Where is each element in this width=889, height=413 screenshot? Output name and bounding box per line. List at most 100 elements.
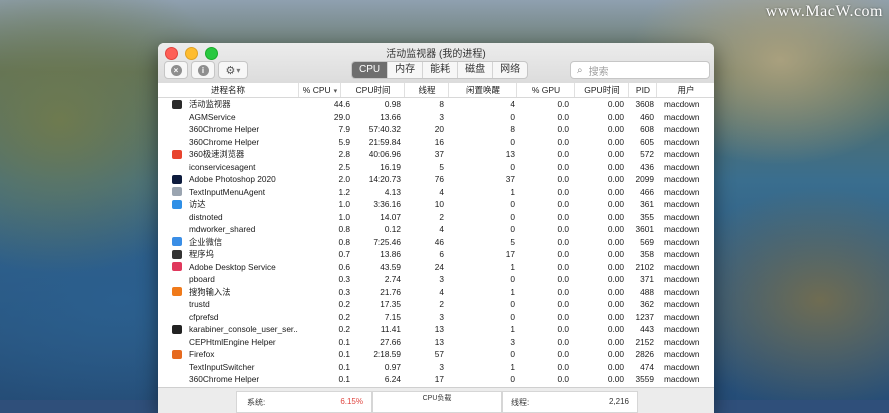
- idle-wakeups: 5: [510, 236, 515, 247]
- column-header-threads[interactable]: 线程: [404, 83, 449, 97]
- process-name: 程序坞: [189, 249, 214, 259]
- gpu-time: 0.00: [607, 261, 624, 272]
- table-row[interactable]: 程序坞 0.7 13.86 6 17 0.0 0.00 358 macdown: [158, 248, 714, 261]
- user-name: macdown: [664, 186, 700, 197]
- gpu-percent: 0.0: [557, 311, 569, 322]
- user-name: macdown: [664, 136, 700, 147]
- cpu-load-box: CPU负载: [372, 391, 502, 413]
- search-placeholder: 搜索: [588, 66, 609, 78]
- table-row[interactable]: 活动监视器 44.6 0.98 8 4 0.0 0.00 3608 macdown: [158, 98, 714, 111]
- actions-menu-button[interactable]: ⚙ ▾: [218, 61, 248, 79]
- table-row[interactable]: 搜狗输入法 0.3 21.76 4 1 0.0 0.00 488 macdown: [158, 286, 714, 299]
- stop-icon: ×: [170, 64, 182, 76]
- table-row[interactable]: AGMService 29.0 13.66 3 0 0.0 0.00 460 macdown: [158, 111, 714, 124]
- gpu-percent: 0.0: [557, 249, 569, 259]
- gpu-percent: 0.0: [557, 261, 569, 272]
- column-header-cpu-time[interactable]: CPU时间: [340, 83, 405, 97]
- pid: 2102: [635, 261, 654, 272]
- gpu-time: 0.00: [607, 149, 624, 159]
- process-name: CEPHtmlEngine Helper: [189, 336, 276, 347]
- tab-disk[interactable]: 磁盘: [458, 62, 494, 78]
- table-row[interactable]: 360极速浏览器 2.8 40:06.96 37 13 0.0 0.00 572 macdown: [158, 148, 714, 161]
- pid: 443: [640, 324, 654, 334]
- gpu-percent: 0.0: [557, 136, 569, 147]
- column-header-idle-wakeups[interactable]: 闲置唤醒: [448, 83, 517, 97]
- table-row[interactable]: 360Chrome Helper 7.9 57:40.32 20 8 0.0 0.00 608…: [158, 123, 714, 136]
- system-value: 6.15%: [340, 397, 363, 406]
- gpu-percent: 0.0: [557, 124, 569, 134]
- thread-count: 2: [439, 299, 444, 309]
- gpu-time: 0.00: [607, 311, 624, 322]
- table-row[interactable]: 访达 1.0 3:36.16 10 0 0.0 0.00 361 macdown: [158, 198, 714, 211]
- table-row[interactable]: Adobe Desktop Service 0.6 43.59 24 1 0.0 0.00 2…: [158, 261, 714, 274]
- user-name: macdown: [664, 224, 700, 234]
- table-row[interactable]: TextInputMenuAgent 1.2 4.13 4 1 0.0 0.00 466 mac…: [158, 186, 714, 199]
- cpu-time: 57:40.32: [368, 124, 401, 134]
- table-row[interactable]: trustd 0.2 17.35 2 0 0.0 0.00 362 macdown: [158, 298, 714, 311]
- idle-wakeups: 0: [510, 224, 515, 234]
- idle-wakeups: 13: [505, 149, 515, 159]
- column-header-cpu-label: % CPU: [302, 85, 331, 95]
- table-row[interactable]: mdworker_shared 0.8 0.12 4 0 0.0 0.00 3601 macdo…: [158, 223, 714, 236]
- finder-icon: [172, 199, 182, 209]
- column-header-user[interactable]: 用户: [656, 83, 714, 97]
- tab-cpu[interactable]: CPU: [352, 62, 389, 78]
- gpu-time: 0.00: [607, 124, 624, 134]
- table-row[interactable]: CEPHtmlEngine Helper 0.1 27.66 13 3 0.0 0.00 21…: [158, 336, 714, 349]
- thread-count: 46: [434, 236, 444, 247]
- pid: 3559: [635, 374, 654, 384]
- pid: 361: [640, 199, 654, 209]
- creative-cloud-icon: [172, 262, 182, 271]
- idle-wakeups: 0: [510, 349, 515, 359]
- gpu-percent: 0.0: [557, 299, 569, 309]
- quit-process-button[interactable]: ×: [164, 61, 188, 79]
- pid: 436: [640, 161, 654, 172]
- gpu-time: 0.00: [607, 236, 624, 247]
- tab-memory[interactable]: 内存: [388, 62, 424, 78]
- cpu-time: 6.24: [384, 374, 401, 384]
- cpu-load-label: CPU负载: [422, 395, 452, 402]
- user-name: macdown: [664, 349, 700, 359]
- table-row[interactable]: pboard 0.3 2.74 3 0 0.0 0.00 371 macdown: [158, 273, 714, 286]
- cpu-time: 13.86: [380, 249, 401, 259]
- pid: 605: [640, 136, 654, 147]
- cpu-time: 7:25.46: [373, 236, 401, 247]
- column-header-gpu-time[interactable]: GPU时间: [574, 83, 629, 97]
- pid: 474: [640, 361, 654, 372]
- table-row[interactable]: iconservicesagent 2.5 16.19 5 0 0.0 0.00 436 mac…: [158, 161, 714, 174]
- cpu-time: 0.97: [384, 361, 401, 372]
- column-header-gpu[interactable]: % GPU: [516, 83, 575, 97]
- thread-count: 17: [434, 374, 444, 384]
- process-name: cfprefsd: [189, 311, 219, 322]
- inspect-process-button[interactable]: i: [191, 61, 215, 79]
- table-row[interactable]: distnoted 1.0 14.07 2 0 0.0 0.00 355 macdown: [158, 211, 714, 224]
- gpu-time: 0.00: [607, 199, 624, 209]
- table-row[interactable]: Adobe Photoshop 2020 2.0 14:20.73 76 37 0.0 0.…: [158, 173, 714, 186]
- sort-descending-icon: ▾: [333, 88, 338, 95]
- titlebar: 活动监视器 (我的进程) × i ⚙ ▾ CPU 内存 能耗 磁盘 网络 ⌕ 搜…: [158, 43, 714, 84]
- table-row[interactable]: 360Chrome Helper 0.1 6.24 17 0 0.0 0.00 3559 mac…: [158, 373, 714, 386]
- pid: 1237: [635, 311, 654, 322]
- table-row[interactable]: TextInputSwitcher 0.1 0.97 3 1 0.0 0.00 474 macd…: [158, 361, 714, 374]
- cpu-time: 16.19: [380, 161, 401, 172]
- user-name: macdown: [664, 361, 700, 372]
- gpu-time: 0.00: [607, 249, 624, 259]
- process-table: 活动监视器 44.6 0.98 8 4 0.0 0.00 3608 macdown AGMServ…: [158, 98, 714, 386]
- search-input[interactable]: ⌕ 搜索: [570, 61, 710, 79]
- idle-wakeups: 1: [510, 324, 515, 334]
- process-name: Adobe Photoshop 2020: [189, 174, 276, 184]
- process-name: Firefox: [189, 349, 215, 359]
- table-row[interactable]: 企业微信 0.8 7:25.46 46 5 0.0 0.00 569 macdown: [158, 236, 714, 249]
- process-name: AGMService: [189, 111, 236, 122]
- thread-count: 3: [439, 311, 444, 322]
- column-header-cpu[interactable]: % CPU ▾: [298, 83, 341, 97]
- column-header-pid[interactable]: PID: [628, 83, 657, 97]
- column-header-name[interactable]: 进程名称: [158, 83, 298, 97]
- table-row[interactable]: 360Chrome Helper 5.9 21:59.84 16 0 0.0 0.00 605…: [158, 136, 714, 149]
- tab-network[interactable]: 网络: [493, 62, 527, 78]
- table-row[interactable]: cfprefsd 0.2 7.15 3 0 0.0 0.00 1237 macdown: [158, 311, 714, 324]
- tab-energy[interactable]: 能耗: [423, 62, 459, 78]
- user-name: macdown: [664, 336, 700, 347]
- table-row[interactable]: Firefox 0.1 2:18.59 57 0 0.0 0.00 2826 macdown: [158, 348, 714, 361]
- table-row[interactable]: karabiner_console_user_ser... 0.2 11.41 13 1…: [158, 323, 714, 336]
